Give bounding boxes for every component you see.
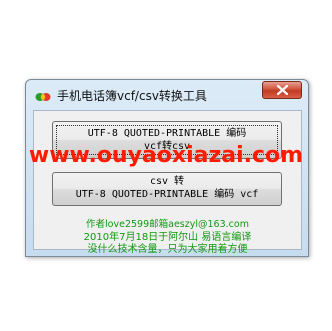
note-info-text: 没什么技术含量，只为大家用着方便 xyxy=(87,244,248,255)
close-button[interactable] xyxy=(262,81,302,99)
button-label-line-1: csv 转 xyxy=(149,176,185,187)
close-icon xyxy=(277,85,288,95)
convert-csv-to-vcf-button[interactable]: csv 转 UTF-8 QUOTED-PRINTABLE 编码 vcf xyxy=(52,172,282,206)
site-watermark: www.ouyaoxiazai.com xyxy=(28,143,304,168)
window-title: 手机电话簿vcf/csv转换工具 xyxy=(57,89,207,103)
title-bar[interactable]: 手机电话簿vcf/csv转换工具 xyxy=(26,80,308,110)
app-window: 手机电话簿vcf/csv转换工具 UTF-8 QUOTED-PRINTABLE … xyxy=(25,79,309,257)
button-label-line-2: UTF-8 QUOTED-PRINTABLE 编码 vcf xyxy=(75,189,259,200)
app-icon xyxy=(35,88,51,101)
dialog-client-area: UTF-8 QUOTED-PRINTABLE 编码 vcf转csv csv 转 … xyxy=(33,110,302,255)
